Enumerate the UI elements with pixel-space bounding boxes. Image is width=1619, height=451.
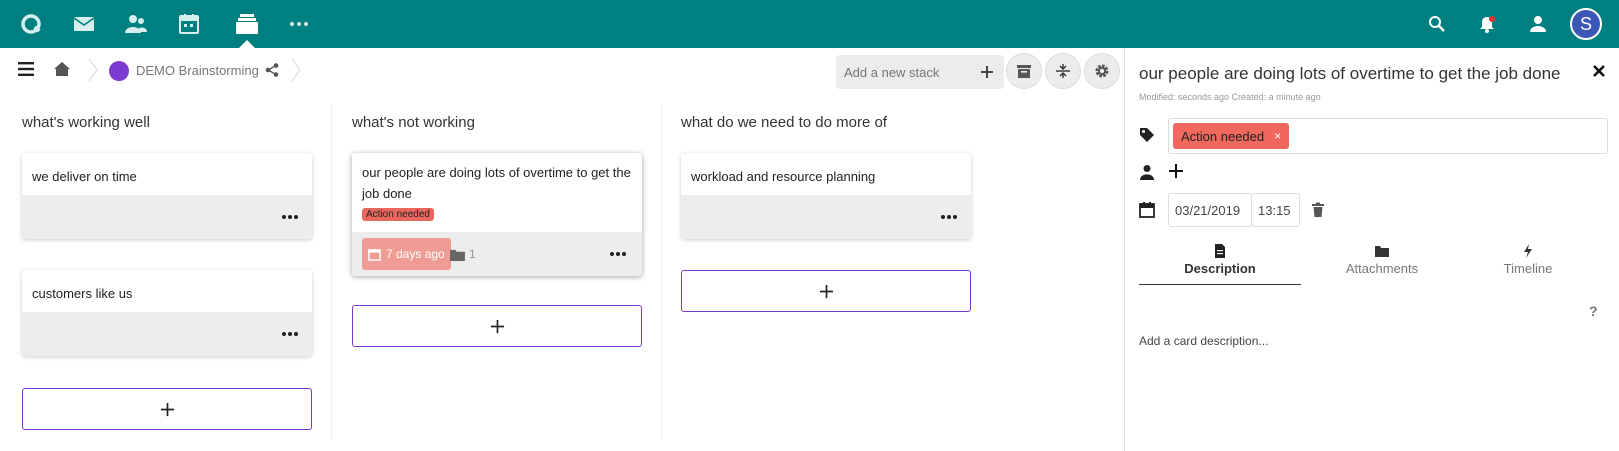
card-menu-icon[interactable] — [282, 215, 298, 219]
attachment-count: 1 — [450, 247, 476, 261]
plus-icon — [160, 402, 174, 416]
user-icon — [1139, 164, 1155, 180]
toggle-compact-button[interactable] — [1045, 53, 1081, 89]
add-stack-field[interactable] — [836, 55, 1004, 89]
card-meta: Modified: seconds ago Created: a minute … — [1139, 92, 1321, 102]
stack-title[interactable]: what's not working — [352, 114, 475, 131]
stack-title[interactable]: what do we need to do more of — [681, 114, 887, 131]
delete-due-date-icon[interactable] — [1311, 202, 1325, 218]
board-settings-button[interactable] — [1084, 53, 1120, 89]
contacts-icon[interactable] — [124, 12, 148, 36]
due-date-text: 7 days ago — [386, 247, 445, 261]
assign-user-plus-icon[interactable] — [1168, 163, 1184, 179]
home-icon[interactable] — [53, 60, 71, 78]
description-placeholder[interactable]: Add a card description... — [1139, 334, 1268, 348]
due-date-input[interactable]: 03/21/2019 — [1168, 193, 1252, 227]
stack-title[interactable]: what's working well — [22, 114, 150, 131]
close-icon[interactable] — [1592, 64, 1606, 78]
top-header: S — [0, 0, 1619, 48]
calendar-icon — [1139, 202, 1155, 218]
card-footer: 7 days ago 1 — [352, 232, 642, 276]
card-label: Action needed — [362, 208, 434, 221]
card[interactable]: workload and resource planning — [681, 153, 971, 239]
board-color-dot — [109, 61, 129, 81]
card-menu-icon[interactable] — [610, 252, 626, 256]
remove-tag-icon[interactable]: × — [1274, 129, 1281, 143]
add-card-button[interactable] — [352, 305, 642, 347]
collapse-icon — [1056, 64, 1070, 78]
add-card-button[interactable] — [22, 388, 312, 430]
plus-icon — [490, 319, 504, 333]
attachment-count-text: 1 — [469, 247, 476, 261]
share-icon[interactable] — [265, 63, 279, 77]
contacts-menu-icon[interactable] — [1528, 14, 1548, 34]
deck-icon[interactable] — [235, 12, 259, 36]
breadcrumb-separator-icon — [87, 58, 99, 82]
calendar-icon[interactable] — [177, 12, 201, 36]
add-stack-input[interactable] — [844, 64, 974, 80]
lightning-icon — [1524, 244, 1532, 258]
due-date-badge: 7 days ago — [362, 238, 451, 270]
card-footer — [22, 312, 312, 356]
tab-label: Timeline — [1503, 261, 1553, 276]
card[interactable]: we deliver on time — [22, 153, 312, 239]
gear-icon — [1095, 64, 1109, 78]
archive-button[interactable] — [1006, 53, 1042, 89]
plus-icon — [819, 284, 833, 298]
calendar-icon — [368, 248, 381, 261]
due-time-input[interactable]: 13:15 — [1251, 193, 1300, 227]
card-title: our people are doing lots of overtime to… — [362, 165, 631, 201]
tab-description[interactable]: Description — [1139, 240, 1301, 285]
board-title[interactable]: DEMO Brainstorming — [136, 63, 259, 78]
card[interactable]: customers like us — [22, 270, 312, 356]
active-app-indicator — [239, 40, 255, 48]
card-footer — [681, 195, 971, 239]
column-divider — [661, 104, 662, 440]
card-title: customers like us — [32, 286, 133, 301]
user-avatar[interactable]: S — [1570, 8, 1602, 40]
card-title: workload and resource planning — [691, 169, 876, 184]
tab-label: Attachments — [1345, 261, 1419, 276]
menu-icon[interactable] — [18, 62, 34, 76]
more-icon[interactable] — [287, 12, 311, 36]
column-divider — [331, 104, 332, 440]
tag-chip: Action needed × — [1173, 123, 1290, 149]
tag-icon — [1139, 127, 1155, 143]
card-title: we deliver on time — [32, 169, 137, 184]
breadcrumb-separator-icon — [290, 58, 302, 82]
mail-icon[interactable] — [72, 12, 96, 36]
tag-select[interactable]: Action needed × — [1168, 118, 1608, 154]
tag-label: Action needed — [1181, 128, 1265, 144]
tab-timeline[interactable]: Timeline — [1447, 240, 1609, 285]
plus-icon[interactable] — [978, 63, 996, 81]
files-icon[interactable] — [19, 12, 43, 36]
folder-icon — [450, 249, 465, 261]
card-footer — [22, 195, 312, 239]
help-icon[interactable]: ? — [1589, 303, 1598, 319]
card-menu-icon[interactable] — [941, 215, 957, 219]
archive-icon — [1017, 65, 1031, 78]
description-icon — [1215, 244, 1225, 258]
card-menu-icon[interactable] — [282, 332, 298, 336]
card[interactable]: our people are doing lots of overtime to… — [352, 153, 642, 276]
add-card-button[interactable] — [681, 270, 971, 312]
tab-label: Description — [1184, 261, 1256, 276]
search-icon[interactable] — [1427, 14, 1447, 34]
notifications-icon[interactable] — [1477, 14, 1497, 34]
folder-icon — [1375, 246, 1389, 257]
tab-attachments[interactable]: Attachments — [1301, 240, 1463, 285]
card-detail-title[interactable]: our people are doing lots of overtime to… — [1139, 64, 1561, 84]
